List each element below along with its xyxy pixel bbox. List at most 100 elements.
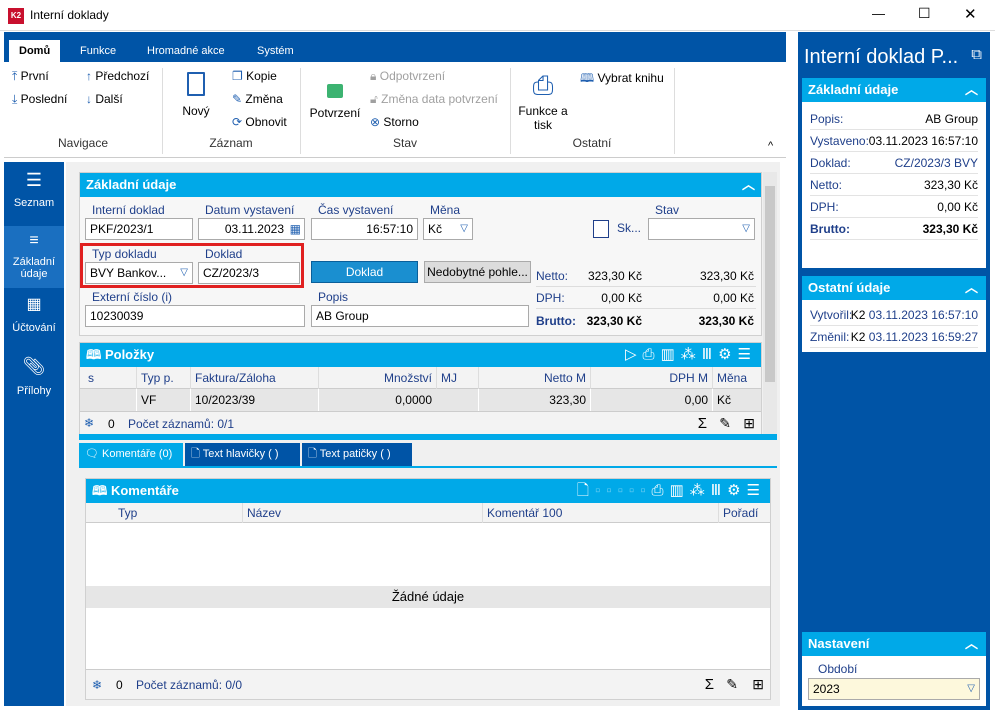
open-external-icon[interactable]: ⧉: [971, 46, 982, 63]
sum-icon[interactable]: Σ: [698, 415, 707, 432]
group-label-zaznam: Záznam: [209, 136, 253, 150]
nav-seznam[interactable]: ☰ Seznam: [4, 170, 64, 224]
lock-icon: [327, 84, 343, 98]
pencil-icon[interactable]: ✎: [719, 415, 731, 432]
tab-text-hlavicky[interactable]: 🗋︎ Text hlavičky ( ): [185, 443, 300, 466]
column-header[interactable]: Faktura/Záloha: [190, 367, 318, 389]
table-cell: Kč: [712, 389, 758, 411]
copy-button[interactable]: ❐ Kopie: [232, 69, 277, 83]
printer-icon: ⎙: [532, 70, 554, 100]
tab-domu[interactable]: Domů: [9, 40, 61, 62]
next-button[interactable]: ↓ Další: [86, 92, 123, 106]
menu-icon[interactable]: ☰: [738, 346, 757, 363]
add-record-icon[interactable]: ⊞: [752, 676, 764, 693]
doc-label: Doklad: [205, 247, 243, 261]
unconfirm-button[interactable]: 🔒︎ Odpotvrzení: [370, 69, 445, 84]
printer-icon[interactable]: ⎙: [652, 482, 670, 499]
columns-icon[interactable]: Ⅲ: [711, 482, 727, 499]
close-button[interactable]: ✕: [964, 5, 977, 23]
nav-prilohy[interactable]: 📎︎ Přílohy: [4, 356, 64, 406]
sk-checkbox[interactable]: [593, 220, 609, 238]
description-field[interactable]: AB Group: [311, 305, 529, 327]
printer-icon[interactable]: ⎙: [643, 346, 661, 363]
first-button[interactable]: ⤒ První: [12, 69, 49, 84]
cubes-icon[interactable]: ⁂: [681, 346, 702, 363]
time-field[interactable]: 16:57:10: [311, 218, 418, 240]
table-row[interactable]: VF 10/2023/39 0,0000 323,30 0,00 Kč: [80, 389, 761, 411]
collapse-ribbon-button[interactable]: ^: [768, 140, 773, 152]
column-header[interactable]: Typ p.: [136, 367, 190, 389]
edit-button[interactable]: ✎ Změna: [232, 92, 283, 106]
new-button[interactable]: Nový: [172, 70, 220, 130]
column-header[interactable]: MJ: [436, 367, 478, 389]
cancel-circle-icon: ⊗: [370, 115, 381, 129]
collapse-icon[interactable]: ︿: [965, 78, 978, 102]
chevron-down-icon: ▽: [460, 223, 468, 234]
doc-type-select[interactable]: BVY Bankov... ▽: [85, 262, 193, 284]
minimize-button[interactable]: —: [872, 6, 885, 21]
snowflake-icon[interactable]: ❄: [84, 416, 94, 430]
refresh-button[interactable]: ⟳ Obnovit: [232, 115, 287, 129]
window-title: Interní doklady: [30, 8, 109, 22]
period-select[interactable]: 2023 ▽: [808, 678, 980, 700]
tab-komentare[interactable]: 🗨︎ Komentáře (0): [79, 443, 183, 466]
previous-button[interactable]: ↑ Předchozí: [86, 69, 149, 83]
cubes-icon[interactable]: ⁂: [690, 482, 711, 499]
tab-funkce[interactable]: Funkce: [70, 40, 126, 62]
nav-zakladni-udaje[interactable]: ≡ Základní údaje: [4, 226, 64, 288]
collapse-icon[interactable]: ︿: [965, 276, 978, 300]
collapse-icon[interactable]: ︿: [742, 173, 755, 197]
columns-icon[interactable]: Ⅲ: [702, 346, 718, 363]
calendar-icon[interactable]: ▦: [290, 219, 301, 239]
comments-header: 🕮︎ Komentáře 🗋︎▫▫▫▫▫⎙▥⁂Ⅲ⚙☰: [86, 479, 770, 503]
state-select[interactable]: ▽: [648, 218, 755, 240]
sum-icon[interactable]: Σ: [705, 676, 714, 693]
new-document-icon[interactable]: 🗋︎: [577, 482, 595, 499]
chart-icon[interactable]: ▥: [661, 346, 681, 363]
column-header[interactable]: Netto M: [478, 367, 590, 389]
column-header[interactable]: DPH M: [590, 367, 712, 389]
add-record-icon[interactable]: ⊞: [743, 415, 755, 432]
tab-text-paticky[interactable]: 🗋︎ Text patičky ( ): [302, 443, 412, 466]
description-label: Popis: [318, 290, 349, 304]
storno-button[interactable]: ⊗ Storno: [370, 115, 419, 129]
column-header[interactable]: Měna: [712, 367, 758, 389]
internal-doc-field[interactable]: PKF/2023/1: [85, 218, 193, 240]
app-logo-icon: K2: [8, 8, 24, 24]
column-header[interactable]: Množství: [318, 367, 436, 389]
change-confirm-date-button[interactable]: 🔓︎ Změna data potvrzení: [370, 92, 498, 107]
currency-select[interactable]: Kč ▽: [423, 218, 473, 240]
maximize-button[interactable]: ☐: [918, 5, 931, 22]
comments-panel: 🕮︎ Komentáře 🗋︎▫▫▫▫▫⎙▥⁂Ⅲ⚙☰ Typ Název Kom…: [85, 478, 771, 700]
print-functions-button[interactable]: ⎙ Funkce a tisk: [514, 70, 572, 132]
bad-debt-button[interactable]: Nedobytné pohle...: [424, 261, 531, 283]
collapse-icon[interactable]: ︿: [965, 632, 978, 656]
date-field[interactable]: 03.11.2023 ▦: [198, 218, 305, 240]
last-button[interactable]: ⤓ Poslední: [12, 92, 67, 107]
external-number-field[interactable]: 10230039: [85, 305, 305, 327]
pencil-icon[interactable]: ✎: [726, 676, 738, 693]
divider: [162, 68, 163, 154]
play-icon[interactable]: ▷: [625, 346, 643, 363]
chart-icon[interactable]: ▥: [670, 482, 690, 499]
snowflake-icon[interactable]: ❄: [92, 678, 102, 692]
book-icon: 🕮︎: [580, 71, 595, 85]
doc-button[interactable]: Doklad: [311, 261, 418, 283]
tab-system[interactable]: Systém: [247, 40, 304, 62]
menu-icon[interactable]: ☰: [747, 482, 766, 499]
right-panel-title: Interní doklad P...: [804, 46, 959, 68]
nav-uctovani[interactable]: ▦ Účtování: [4, 294, 64, 344]
select-book-button[interactable]: 🕮︎ Vybrat knihu: [580, 69, 664, 90]
sk-label: Sk...: [617, 221, 642, 235]
empty-state: Žádné údaje: [86, 586, 770, 608]
chevron-down-icon: ▽: [180, 263, 188, 283]
doc-field[interactable]: CZ/2023/3: [198, 262, 300, 284]
gear-icon[interactable]: ⚙: [727, 482, 746, 499]
gear-icon[interactable]: ⚙: [718, 346, 737, 363]
form-scrollbar[interactable]: [763, 172, 777, 434]
doc-type-label: Typ dokladu: [92, 247, 157, 261]
column-header[interactable]: s: [84, 367, 108, 389]
splitter[interactable]: [79, 434, 777, 440]
confirm-button[interactable]: Potvrzení: [306, 70, 364, 130]
tab-hromadne-akce[interactable]: Hromadné akce: [137, 40, 235, 62]
